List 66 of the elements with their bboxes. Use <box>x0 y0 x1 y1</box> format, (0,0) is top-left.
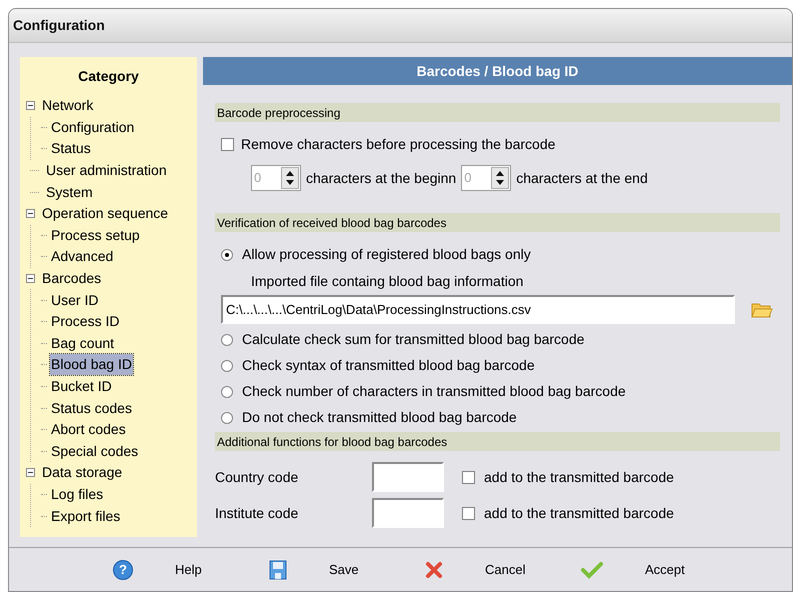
code-field[interactable] <box>372 462 444 492</box>
sidebar-title: Category <box>78 68 139 84</box>
radio-button[interactable] <box>221 412 233 424</box>
spinner-arrows-icon[interactable] <box>281 167 299 189</box>
check-mark-icon <box>581 560 603 578</box>
checkbox[interactable] <box>221 138 234 151</box>
spinner-value: 0 <box>254 169 262 188</box>
spinner-arrows-icon[interactable] <box>491 167 510 189</box>
section-header: Verification of received blood bag barcodes <box>215 213 780 232</box>
tree-item[interactable]: Barcodes <box>41 268 102 290</box>
checkbox[interactable] <box>462 470 475 484</box>
collapse-icon[interactable] <box>26 274 35 284</box>
radio-label: Check syntax of transmitted blood bag barcode <box>242 356 535 375</box>
radio-label: Calculate check sum for transmitted blood bag barcode <box>242 330 584 349</box>
save-button[interactable]: Save <box>327 560 361 580</box>
tree-item[interactable]: User administration <box>45 160 168 182</box>
help-icon: ? <box>113 560 133 580</box>
field-label: Institute code <box>215 504 300 522</box>
field-label: Country code <box>215 468 300 487</box>
spinner-label: characters at the end <box>516 168 648 188</box>
radio-label: Do not check transmitted blood bag barcode <box>242 408 517 427</box>
tree-item[interactable]: Operation sequence <box>41 203 170 224</box>
tree-item[interactable]: Process ID <box>50 311 120 332</box>
window-title: Configuration <box>13 16 105 35</box>
checkbox-label: Remove characters before processing the barcode <box>241 135 556 154</box>
field-label: Imported file containg blood bag information <box>251 272 524 291</box>
folder-icon[interactable] <box>751 302 773 318</box>
radio-button[interactable] <box>221 360 233 372</box>
radio-button[interactable] <box>221 248 233 260</box>
spinner-label: characters at the beginn <box>306 168 456 188</box>
radio-label: Allow processing of registered blood bags only <box>242 245 531 264</box>
tree-item[interactable]: Abort codes <box>50 419 127 440</box>
checkbox-label: add to the transmitted barcode <box>484 504 674 522</box>
radio-label: Check number of characters in transmitted blood bag barcode <box>242 382 626 401</box>
tree-item[interactable]: Blood bag ID <box>50 354 133 376</box>
cancel-button[interactable]: Cancel <box>483 560 528 580</box>
code-field[interactable] <box>372 498 444 528</box>
collapse-icon[interactable] <box>26 101 35 110</box>
radio-button[interactable] <box>221 334 233 346</box>
checkbox-label: add to the transmitted barcode <box>484 468 674 486</box>
tree-item[interactable]: Advanced <box>50 246 114 268</box>
collapse-icon[interactable] <box>26 209 35 218</box>
tree-item[interactable]: System <box>45 182 94 203</box>
tree-item[interactable]: Export files <box>50 506 122 527</box>
spinner-value: 0 <box>464 169 472 188</box>
tree-item[interactable]: Network <box>41 95 94 116</box>
file-path-field[interactable]: C:\...\...\...\CentriLog\Data\ProcessingInstructions.csv <box>221 295 735 324</box>
radio-button[interactable] <box>221 386 233 398</box>
tree-item[interactable]: Process setup <box>50 224 141 246</box>
panel-title: Barcodes / Blood bag ID <box>416 62 578 81</box>
section-header: Barcode preprocessing <box>215 103 780 122</box>
tree-item[interactable]: Log files <box>50 484 104 505</box>
cross-icon <box>425 560 443 578</box>
help-button[interactable]: Help <box>173 560 204 580</box>
tree-item[interactable]: Bag count <box>50 332 116 354</box>
tree-item[interactable]: Status <box>50 138 92 160</box>
section-header: Additional functions for blood bag barcodes <box>215 432 780 451</box>
accept-button[interactable]: Accept <box>643 560 687 580</box>
tree-item[interactable]: User ID <box>50 290 100 311</box>
tree-item[interactable]: Bucket ID <box>50 376 113 398</box>
collapse-icon[interactable] <box>26 468 35 478</box>
tree-item[interactable]: Data storage <box>41 462 124 484</box>
tree-item[interactable]: Special codes <box>50 440 140 462</box>
tree-item[interactable]: Configuration <box>50 116 136 138</box>
checkbox[interactable] <box>462 506 475 520</box>
tree-item[interactable]: Status codes <box>50 398 133 419</box>
